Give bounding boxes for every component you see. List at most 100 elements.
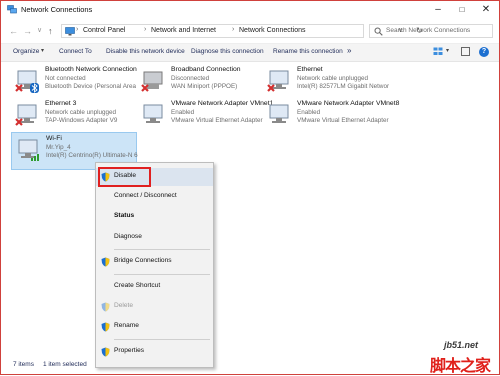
connection-status: Not connected: [45, 75, 86, 82]
connection-device: Intel(R) 82577LM Gigabit Network ...: [297, 83, 389, 90]
item-count: 7 items: [13, 361, 34, 368]
organize-button[interactable]: Organize: [13, 48, 39, 55]
network-adapter-icon: [267, 70, 289, 92]
back-button[interactable]: ←: [9, 25, 18, 37]
organize-dropdown-icon: ▾: [41, 48, 45, 54]
menu-item-disable[interactable]: Disable: [96, 167, 213, 187]
menu-item-label: Bridge Connections: [114, 257, 172, 264]
breadcrumb-separator: ›: [76, 26, 79, 33]
uac-shield-icon: [101, 302, 110, 312]
network-adapter-icon: [143, 104, 163, 123]
more-commands-button[interactable]: »: [347, 46, 351, 55]
command-bar: Organize ▾ Connect To Disable this netwo…: [1, 43, 499, 62]
menu-item-label: Connect / Disconnect: [114, 192, 177, 199]
diagnose-connection-button[interactable]: Diagnose this connection: [191, 48, 264, 55]
search-placeholder: Search Network Connections: [386, 27, 471, 34]
menu-item-label: Rename: [114, 322, 139, 329]
menu-item-diagnose[interactable]: Diagnose: [96, 229, 213, 247]
connection-name: Bluetooth Network Connection: [45, 66, 137, 73]
connection-status: Network cable unplugged: [297, 75, 369, 82]
rename-connection-button[interactable]: Rename this connection: [273, 48, 343, 55]
connection-device: WAN Miniport (PPPOE): [171, 83, 238, 90]
menu-item-label: Diagnose: [114, 233, 142, 240]
watermark-site: jb51.net: [444, 340, 479, 350]
connection-device: VMware Virtual Ethernet Adapter ...: [297, 117, 389, 124]
search-icon: [374, 27, 383, 36]
connection-name: Ethernet 3: [45, 100, 77, 107]
menu-item-label: Properties: [114, 347, 145, 354]
menu-item-properties[interactable]: Properties: [96, 343, 213, 361]
network-adapter-icon: [15, 70, 39, 93]
broadband-modem-icon: [141, 71, 163, 92]
disable-device-button[interactable]: Disable this network device: [106, 48, 185, 55]
search-input[interactable]: Search Network Connections: [369, 24, 493, 38]
selection-count: 1 item selected: [43, 361, 87, 368]
menu-item-label: Delete: [114, 302, 134, 309]
connection-item-ethernet[interactable]: Ethernet Network cable unplugged Intel(R…: [263, 64, 389, 102]
breadcrumb-separator: ›: [232, 26, 235, 33]
connection-name: Wi-Fi: [46, 135, 62, 142]
connection-name: Ethernet: [297, 66, 323, 73]
connection-item-bluetooth[interactable]: Bluetooth Network Connection Not connect…: [11, 64, 137, 102]
connection-status: Mr.Yip_4: [46, 144, 71, 151]
status-bar: 7 items 1 item selected: [1, 357, 499, 374]
highlight-box: [98, 167, 151, 187]
uac-shield-icon: [101, 257, 110, 267]
connection-item-vmnet8[interactable]: VMware Network Adapter VMnet8 Enabled VM…: [263, 98, 399, 136]
connection-item-vmnet1[interactable]: VMware Network Adapter VMnet1 Enabled VM…: [137, 98, 273, 136]
context-menu: Disable Connect / Disconnect Status Diag…: [95, 162, 214, 368]
connection-status: Enabled: [297, 109, 321, 116]
watermark-name: 脚本之家: [430, 358, 491, 375]
close-button[interactable]: ✕: [475, 3, 497, 17]
menu-separator: [114, 249, 210, 250]
menu-item-delete: Delete: [96, 298, 213, 316]
connect-to-button[interactable]: Connect To: [59, 48, 92, 55]
address-row: ← → ∨ ↑ › Control Panel › Network and In…: [1, 20, 499, 42]
window-title: Network Connections: [21, 5, 93, 14]
menu-item-label: Status: [114, 212, 135, 219]
help-icon[interactable]: ?: [479, 47, 489, 57]
connection-status: Enabled: [171, 109, 195, 116]
network-adapter-icon: [269, 104, 289, 123]
network-connections-window: Network Connections – □ ✕ ← → ∨ ↑ › Cont…: [0, 0, 500, 375]
up-button[interactable]: ↑: [48, 25, 53, 37]
view-dropdown-icon[interactable]: ▾: [446, 47, 449, 54]
breadcrumb-network-and-internet[interactable]: Network and Internet: [151, 27, 216, 34]
connection-item-broadband[interactable]: Broadband Connection Disconnected WAN Mi…: [137, 64, 263, 102]
menu-separator: [114, 274, 210, 275]
connection-status: Disconnected: [171, 75, 210, 82]
breadcrumb-separator: ›: [144, 26, 147, 33]
network-connections-icon: [7, 5, 17, 14]
connection-name: Broadband Connection: [171, 66, 241, 73]
connection-device: VMware Virtual Ethernet Adapter ...: [171, 117, 263, 124]
menu-separator: [114, 339, 210, 340]
recent-locations-button[interactable]: ∨: [37, 25, 42, 37]
wifi-adapter-icon: [18, 139, 39, 161]
watermark-logo: jb51.net 脚本之家: [428, 338, 500, 375]
menu-item-status[interactable]: Status: [96, 208, 213, 226]
maximize-button[interactable]: □: [451, 3, 473, 17]
menu-item-connect-disconnect[interactable]: Connect / Disconnect: [96, 188, 213, 206]
menu-item-create-shortcut[interactable]: Create Shortcut: [96, 278, 213, 296]
menu-item-label: Create Shortcut: [114, 282, 161, 289]
connection-device: TAP-Windows Adapter V9: [45, 117, 118, 124]
address-bar[interactable]: › Control Panel › Network and Internet ›…: [61, 24, 423, 38]
connection-status: Network cable unplugged: [45, 109, 117, 116]
change-view-icon[interactable]: [433, 47, 443, 56]
minimize-button[interactable]: –: [427, 3, 449, 17]
forward-button[interactable]: →: [23, 25, 32, 37]
menu-item-bridge-connections[interactable]: Bridge Connections: [96, 253, 213, 271]
connection-name: VMware Network Adapter VMnet8: [297, 100, 400, 107]
connection-device: Bluetooth Device (Personal Area ...: [45, 83, 137, 90]
network-adapter-icon: [15, 104, 37, 126]
title-bar: Network Connections – □ ✕: [1, 1, 499, 19]
breadcrumb-control-panel[interactable]: Control Panel: [83, 27, 125, 34]
connection-name: VMware Network Adapter VMnet1: [171, 100, 274, 107]
preview-pane-icon[interactable]: [461, 47, 470, 56]
connection-device: Intel(R) Centrino(R) Ultimate-N 6...: [46, 152, 138, 159]
breadcrumb-network-connections[interactable]: Network Connections: [239, 27, 306, 34]
uac-shield-icon: [101, 347, 110, 357]
connection-item-ethernet-3[interactable]: Ethernet 3 Network cable unplugged TAP-W…: [11, 98, 137, 136]
menu-item-rename[interactable]: Rename: [96, 318, 213, 336]
uac-shield-icon: [101, 322, 110, 332]
